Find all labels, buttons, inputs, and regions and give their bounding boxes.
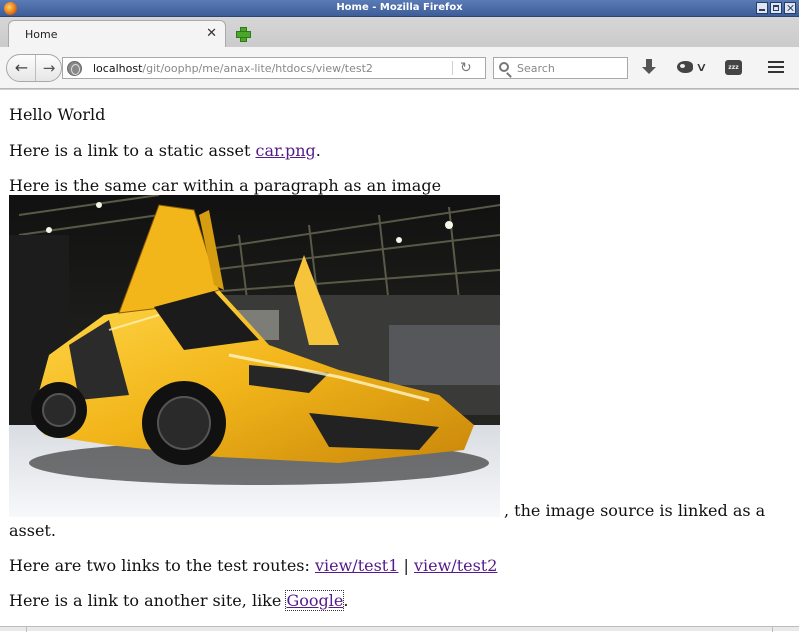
reload-icon[interactable]: ↻ xyxy=(460,60,472,76)
routes-paragraph: Here are two links to the test routes: v… xyxy=(9,556,497,575)
chevron-down-icon[interactable]: ∨ xyxy=(695,61,707,73)
download-icon[interactable] xyxy=(641,59,657,77)
url-divider xyxy=(452,61,453,75)
bottom-status-strip xyxy=(0,626,799,632)
google-paragraph: Here is a link to another site, like Goo… xyxy=(9,590,349,611)
window-title: Home - Mozilla Firefox xyxy=(336,2,463,13)
window-controls xyxy=(756,2,796,14)
globe-icon[interactable] xyxy=(67,61,82,76)
close-window-button[interactable] xyxy=(784,2,796,14)
tab-label: Home xyxy=(25,28,58,41)
url-host: localhost xyxy=(93,62,143,75)
car-image xyxy=(9,195,500,517)
new-tab-plus-icon[interactable] xyxy=(236,27,251,42)
car-png-link[interactable]: car.png xyxy=(255,141,315,160)
static-asset-paragraph: Here is a link to a static asset car.png… xyxy=(9,141,321,160)
back-forward-group: ← → xyxy=(6,54,62,82)
static-asset-text: Here is a link to a static asset xyxy=(9,141,256,160)
search-icon xyxy=(499,62,509,72)
hello-text: Hello World xyxy=(9,105,106,124)
minimize-button[interactable] xyxy=(756,2,768,14)
google-link[interactable]: Google xyxy=(285,590,345,611)
search-placeholder: Search xyxy=(517,62,555,75)
google-suffix: . xyxy=(343,591,349,610)
static-asset-suffix: . xyxy=(315,141,321,160)
view-test1-link[interactable]: view/test1 xyxy=(315,556,398,575)
tab-home[interactable]: Home ✕ xyxy=(8,20,226,48)
image-intro-text: Here is the same car within a paragraph … xyxy=(9,176,442,195)
view-test2-link[interactable]: view/test2 xyxy=(414,556,497,575)
image-caption-text: , the image source is linked as a xyxy=(504,501,766,520)
arrow-left-icon: ← xyxy=(14,58,29,77)
routes-separator: | xyxy=(398,556,414,575)
image-caption-text-line2: asset. xyxy=(9,521,56,540)
url-path: /git/oophp/me/anax-lite/htdocs/view/test… xyxy=(142,62,373,75)
url-bar[interactable]: localhost/git/oophp/me/anax-lite/htdocs/… xyxy=(62,57,486,79)
google-text: Here is a link to another site, like xyxy=(9,591,287,610)
tab-close-icon[interactable]: ✕ xyxy=(206,27,217,41)
navigation-toolbar: ← → localhost/git/oophp/me/anax-lite/htd… xyxy=(0,47,799,89)
url-text[interactable]: localhost/git/oophp/me/anax-lite/htdocs/… xyxy=(93,62,373,75)
bug-icon[interactable] xyxy=(677,61,693,73)
search-input[interactable]: Search xyxy=(493,57,628,79)
zzz-icon[interactable]: zzz xyxy=(725,60,742,75)
back-button[interactable]: ← xyxy=(8,55,36,81)
tab-strip: Home ✕ xyxy=(0,17,799,48)
arrow-right-icon: → xyxy=(42,59,56,77)
window-titlebar: Home - Mozilla Firefox xyxy=(0,0,799,17)
maximize-button[interactable] xyxy=(770,2,782,14)
forward-button[interactable]: → xyxy=(37,55,61,81)
hamburger-menu-icon[interactable] xyxy=(768,61,784,74)
routes-text: Here are two links to the test routes: xyxy=(9,556,315,575)
page-content: Hello World Here is a link to a static a… xyxy=(0,89,799,631)
